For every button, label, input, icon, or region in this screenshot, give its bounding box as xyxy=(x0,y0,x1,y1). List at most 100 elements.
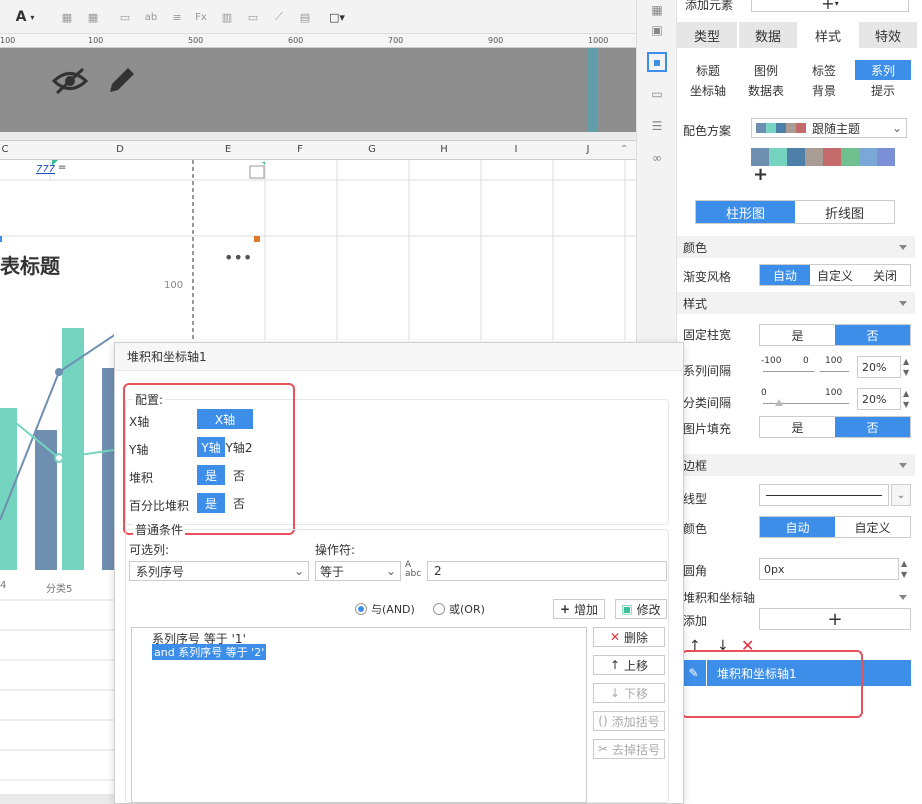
swatch[interactable] xyxy=(805,148,823,166)
swatch[interactable] xyxy=(769,148,787,166)
and-radio[interactable]: 与(AND) xyxy=(355,601,415,617)
swatch[interactable] xyxy=(823,148,841,166)
widget-icon[interactable]: ▭ xyxy=(647,84,667,104)
cat-gap-stepper[interactable]: ▲ ▼ xyxy=(903,388,909,410)
value-input[interactable]: 2 xyxy=(427,561,667,581)
subtab-tooltip[interactable]: 提示 xyxy=(855,80,911,100)
col-header[interactable]: D xyxy=(110,144,130,155)
hscroll[interactable] xyxy=(0,794,114,804)
gradient-custom[interactable]: 自定义 xyxy=(810,265,860,285)
chart-type-line[interactable]: 折线图 xyxy=(795,201,894,223)
slash-icon[interactable]: ⟋ xyxy=(270,8,288,26)
frame-dropdown[interactable]: □▾ xyxy=(322,8,352,26)
formula-icon[interactable]: Fx xyxy=(192,8,210,26)
cell-value[interactable]: 777 xyxy=(36,164,55,175)
add-bracket-button[interactable]: () 添加括号 xyxy=(593,711,665,731)
style-section[interactable]: 样式 xyxy=(677,292,915,314)
series-gap-slider[interactable]: -100 0 100 xyxy=(761,356,851,378)
image-fill-yes[interactable]: 是 xyxy=(760,417,835,437)
subtab-series[interactable]: 系列 xyxy=(855,60,911,80)
border-color-auto[interactable]: 自动 xyxy=(760,517,835,537)
add-stack-button[interactable]: + xyxy=(759,608,911,630)
font-color-button[interactable]: A ▾ xyxy=(10,8,40,26)
remove-bracket-button[interactable]: ✂ 去掉括号 xyxy=(593,739,665,759)
condition-item-selected[interactable]: and 系列序号 等于 '2' xyxy=(152,644,267,660)
layers-icon[interactable]: ▣ xyxy=(647,20,667,40)
subtab-title[interactable]: 标题 xyxy=(679,60,737,80)
col-header[interactable]: I xyxy=(506,144,526,155)
link-icon[interactable]: ∞ xyxy=(647,148,667,168)
add-condition-button[interactable]: + 增加 xyxy=(553,599,605,619)
align-icon[interactable]: ≡ xyxy=(168,8,186,26)
tab-effect[interactable]: 特效 xyxy=(859,22,917,48)
move-down-button[interactable]: ↓ 下移 xyxy=(593,683,665,703)
or-radio[interactable]: 或(OR) xyxy=(433,601,485,617)
text-style-icon[interactable]: ab xyxy=(142,8,160,26)
col-header[interactable]: C xyxy=(0,144,10,155)
dialog-titlebar[interactable]: 堆积和坐标轴1 xyxy=(115,343,683,371)
subtab-legend[interactable]: 图例 xyxy=(737,60,795,80)
col-header[interactable]: F xyxy=(290,144,310,155)
condition-list[interactable]: 系列序号 等于 '1' and 系列序号 等于 '2' xyxy=(131,627,587,803)
chevron-down-icon[interactable]: ⌄ xyxy=(891,484,911,506)
grid-view-icon[interactable]: ▦ xyxy=(647,0,667,20)
more-icon[interactable]: ••• xyxy=(224,248,252,267)
border-section[interactable]: 边框 xyxy=(677,454,915,476)
col-header[interactable]: H xyxy=(434,144,454,155)
subtab-label[interactable]: 标签 xyxy=(795,60,853,80)
slider-thumb[interactable] xyxy=(775,399,783,406)
subtab-background[interactable]: 背景 xyxy=(795,80,853,100)
subtab-datatable[interactable]: 数据表 xyxy=(737,80,795,100)
radius-stepper[interactable]: ▲ ▼ xyxy=(901,558,907,580)
select-icon[interactable]: ▪ xyxy=(647,52,667,72)
swatch[interactable] xyxy=(841,148,859,166)
hide-icon[interactable] xyxy=(52,66,88,96)
list-icon[interactable]: ☰ xyxy=(647,116,667,136)
gradient-auto[interactable]: 自动 xyxy=(760,265,810,285)
chart-title[interactable]: 表标题 xyxy=(0,250,60,279)
cat-gap-input[interactable]: 20% xyxy=(857,388,901,410)
ruler-mark: 1000 xyxy=(588,36,609,45)
series-gap-input[interactable]: 20% xyxy=(857,356,901,378)
stack-section[interactable]: 堆积和坐标轴 xyxy=(677,586,915,608)
delete-condition-button[interactable]: ✕ 删除 xyxy=(593,627,665,647)
grid-icon[interactable]: ▦ xyxy=(84,8,102,26)
col-header[interactable]: G xyxy=(362,144,382,155)
swatch[interactable] xyxy=(787,148,805,166)
palette-select[interactable]: 跟随主题 ⌄ xyxy=(751,118,907,138)
subtab-axis[interactable]: 坐标轴 xyxy=(679,80,737,100)
radius-input[interactable]: 0px xyxy=(759,558,899,580)
tab-type[interactable]: 类型 xyxy=(677,22,737,48)
edit-pencil-icon[interactable] xyxy=(104,64,138,98)
col-header[interactable]: E xyxy=(218,144,238,155)
series-gap-stepper[interactable]: ▲ ▼ xyxy=(903,356,909,378)
add-color-icon[interactable]: + xyxy=(753,164,768,185)
column-select[interactable]: 系列序号 ⌄ xyxy=(129,561,309,581)
collapse-icon[interactable]: ⌃ xyxy=(620,144,628,155)
image-icon[interactable]: ▭ xyxy=(244,8,262,26)
add-element-button[interactable]: + ▾ xyxy=(751,0,909,13)
modify-condition-button[interactable]: ▣ 修改 xyxy=(615,599,667,619)
fixed-width-no[interactable]: 否 xyxy=(835,325,910,345)
swatch[interactable] xyxy=(877,148,895,166)
value-type-icon[interactable]: Aabc xyxy=(405,561,421,579)
tab-data[interactable]: 数据 xyxy=(739,22,797,48)
border-icon[interactable]: ▦ xyxy=(58,8,76,26)
merge-icon[interactable]: ▭ xyxy=(116,8,134,26)
move-up-button[interactable]: ↑ 上移 xyxy=(593,655,665,675)
operator-select[interactable]: 等于 ⌄ xyxy=(315,561,401,581)
gradient-off[interactable]: 关闭 xyxy=(860,265,910,285)
col-header[interactable]: J xyxy=(578,144,598,155)
border-color-custom[interactable]: 自定义 xyxy=(835,517,910,537)
swatch[interactable] xyxy=(859,148,877,166)
image-fill-no[interactable]: 否 xyxy=(835,417,910,437)
page-icon[interactable]: ▤ xyxy=(296,8,314,26)
fixed-width-yes[interactable]: 是 xyxy=(760,325,835,345)
color-section[interactable]: 颜色 xyxy=(677,236,915,258)
tab-style[interactable]: 样式 xyxy=(799,22,857,48)
chart-icon[interactable]: ▥ xyxy=(218,8,236,26)
line-type-select[interactable] xyxy=(759,484,889,506)
cat-gap-slider[interactable]: 0 100 xyxy=(761,388,851,410)
chart-type-bar[interactable]: 柱形图 xyxy=(696,201,795,223)
slider-thumb[interactable] xyxy=(813,367,821,374)
